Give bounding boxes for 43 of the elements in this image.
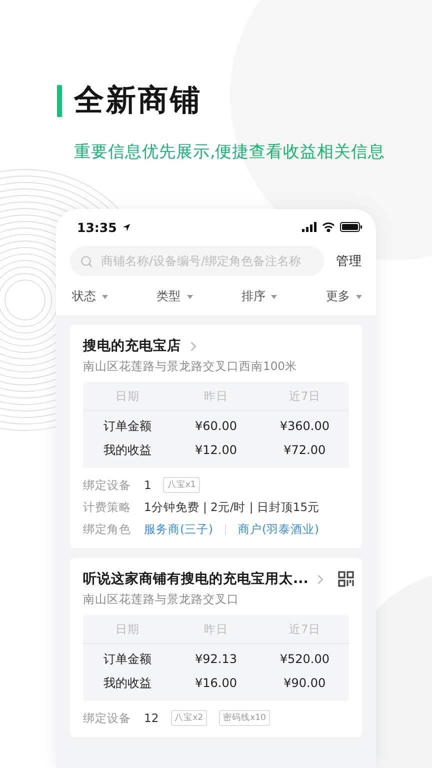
detail-value: 12 (144, 711, 159, 725)
manage-button[interactable]: 管理 (336, 252, 362, 270)
search-input[interactable]: 商铺名称/设备编号/绑定角色备注名称 (99, 253, 314, 269)
column-header: 日期 (114, 388, 140, 404)
table-cell-text: ¥16.00 (194, 676, 238, 690)
table-cell-text: ¥60.00 (194, 419, 238, 433)
page-title: 全新商铺 (74, 82, 202, 120)
filter-dropdown[interactable]: 状态 (72, 288, 108, 305)
detail-label: 绑定设备 (83, 478, 132, 492)
table-cell-text: 订单金额 (102, 650, 152, 668)
table-cell-text: 我的收益 (102, 442, 152, 458)
store-address: 南山区花莲路与景龙路交叉口 (83, 592, 240, 607)
table-cell-text: ¥72.00 (282, 443, 327, 457)
search-field[interactable]: 商铺名称/设备编号/绑定角色备注名称 (70, 246, 324, 276)
filter-dropdown[interactable]: 类型 (156, 288, 193, 305)
device-tag: 八宝x2 (170, 710, 208, 726)
status-time: 13:35 (77, 220, 117, 234)
column-header: 近7日 (288, 388, 322, 404)
store-name: 搜电的充电宝店 (83, 337, 181, 355)
table-cell-text: ¥520.00 (278, 652, 330, 666)
table-cell-text: ¥90.00 (282, 676, 327, 690)
table-cell-text: 订单金额 (102, 418, 152, 434)
table-cell-text: ¥12.00 (194, 443, 238, 457)
store-name: 听说这家商铺有搜电的充电宝用太... (83, 570, 308, 588)
column-header: 日期 (114, 622, 140, 636)
page-subtitle: 重要信息优先展示,便捷查看收益相关信息 (74, 141, 386, 163)
filter-dropdown[interactable]: 排序 (241, 288, 278, 305)
store-address: 南山区花莲路与景龙路交叉口西南100米 (83, 359, 298, 374)
filter-dropdown[interactable]: 更多 (326, 288, 362, 305)
store-card[interactable]: 听说这家商铺有搜电的充电宝用太... 南山区花莲路与景龙路交叉口 日期 昨日 近7日 订单金额 ¥92.13 ¥520.00 我的收益 ¥16.00 ¥90.00 绑定设备 12 八宝x2 密码线x10 (70, 558, 362, 737)
column-header: 近7日 (288, 622, 322, 636)
column-header: 昨日 (202, 388, 229, 404)
detail-label: 计费策略 (83, 500, 132, 514)
device-tag: 密码线x10 (219, 710, 270, 726)
column-header: 昨日 (202, 622, 229, 636)
table-cell-text: ¥360.00 (278, 419, 330, 433)
device-tag: 八宝x1 (163, 477, 200, 493)
table-cell-text: 我的收益 (102, 674, 152, 692)
detail-value: 1分钟免费 | 2元/时 | 日封顶15元 (144, 500, 320, 514)
detail-value: 1 (144, 478, 152, 492)
detail-label: 绑定角色 (83, 522, 132, 536)
detail-label: 绑定设备 (83, 710, 132, 726)
table-cell-text: ¥92.13 (194, 652, 238, 666)
